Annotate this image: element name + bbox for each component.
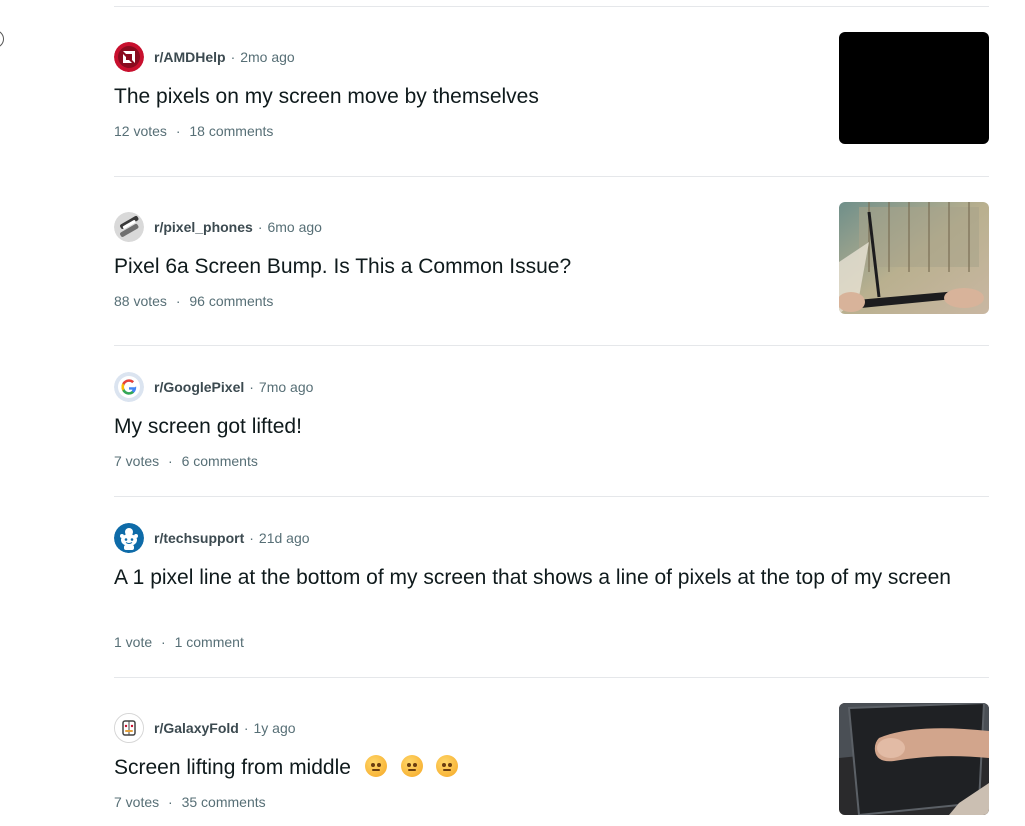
comment-count: 1 comment (174, 634, 244, 650)
post-card[interactable]: r/AMDHelp · 2mo ago The pixels on my scr… (114, 32, 989, 177)
post-meta: r/AMDHelp · 2mo ago (114, 41, 295, 73)
post-title-text: Screen lifting from middle (114, 756, 351, 779)
subreddit-link[interactable]: r/techsupport (154, 530, 244, 546)
galaxy-fold-icon[interactable] (114, 713, 144, 743)
post-age: 7mo ago (258, 379, 314, 395)
pixel-phones-icon[interactable] (114, 212, 144, 242)
finger-on-phone-thumbnail[interactable] (839, 703, 989, 815)
black-screen-thumbnail[interactable] (839, 32, 989, 144)
subreddit-link[interactable]: r/GalaxyFold (154, 720, 239, 736)
post-card[interactable]: r/techsupport · 21d ago A 1 pixel line a… (114, 522, 989, 678)
amd-logo-icon[interactable] (114, 42, 144, 72)
search-results-page: r/AMDHelp · 2mo ago The pixels on my scr… (0, 0, 1025, 826)
divider (114, 176, 989, 177)
vote-count: 12 votes (114, 123, 167, 139)
post-meta: r/pixel_phones · 6mo ago (114, 211, 322, 243)
meta-separator: · (257, 219, 263, 235)
post-stats: 1 vote · 1 comment (114, 634, 244, 650)
stats-separator: · (175, 123, 181, 139)
post-meta: r/techsupport · 21d ago (114, 522, 310, 554)
phone-edge-photo-thumbnail[interactable] (839, 202, 989, 314)
subreddit-link[interactable]: r/pixel_phones (154, 219, 253, 235)
post-card[interactable]: r/GooglePixel · 7mo ago My screen got li… (114, 371, 989, 497)
post-meta: r/GooglePixel · 7mo ago (114, 371, 313, 403)
post-age: 6mo ago (267, 219, 322, 235)
snoo-icon[interactable] (114, 523, 144, 553)
post-stats: 7 votes · 35 comments (114, 794, 266, 810)
divider (114, 6, 989, 7)
vote-count: 7 votes (114, 453, 160, 469)
stats-separator: · (168, 794, 173, 810)
google-g-icon[interactable] (114, 372, 144, 402)
stats-separator: · (161, 634, 166, 650)
vote-count: 1 vote (114, 634, 153, 650)
post-stats: 12 votes · 18 comments (114, 123, 273, 139)
comment-count: 35 comments (181, 794, 266, 810)
partial-icon (0, 30, 4, 48)
subreddit-link[interactable]: r/AMDHelp (154, 49, 226, 65)
meta-separator: · (249, 530, 254, 546)
subreddit-link[interactable]: r/GooglePixel (154, 379, 244, 395)
post-age: 21d ago (258, 530, 310, 546)
comment-count: 18 comments (189, 123, 274, 139)
meta-separator: · (230, 49, 236, 65)
meta-separator: · (249, 379, 254, 395)
post-stats: 88 votes · 96 comments (114, 293, 273, 309)
divider (114, 496, 989, 497)
meta-separator: · (243, 720, 249, 736)
vote-count: 7 votes (114, 794, 160, 810)
post-stats: 7 votes · 6 comments (114, 453, 258, 469)
post-card[interactable]: r/pixel_phones · 6mo ago Pixel 6a Screen… (114, 202, 989, 346)
stats-separator: · (168, 453, 173, 469)
expressionless-face-emoji (436, 755, 459, 777)
vote-count: 88 votes (114, 293, 167, 309)
post-age: 1y ago (253, 720, 296, 736)
post-title[interactable]: A 1 pixel line at the bottom of my scree… (114, 563, 974, 593)
comment-count: 6 comments (181, 453, 258, 469)
post-title[interactable]: My screen got lifted! (114, 412, 974, 442)
post-card[interactable]: r/GalaxyFold · 1y ago Screen lifting fro… (114, 703, 989, 826)
woozy-face-emoji (364, 755, 387, 777)
stats-separator: · (175, 293, 181, 309)
post-meta: r/GalaxyFold · 1y ago (114, 712, 296, 744)
post-age: 2mo ago (240, 49, 295, 65)
divider (114, 345, 989, 346)
divider (114, 677, 989, 678)
woozy-face-emoji (400, 755, 423, 777)
comment-count: 96 comments (189, 293, 274, 309)
